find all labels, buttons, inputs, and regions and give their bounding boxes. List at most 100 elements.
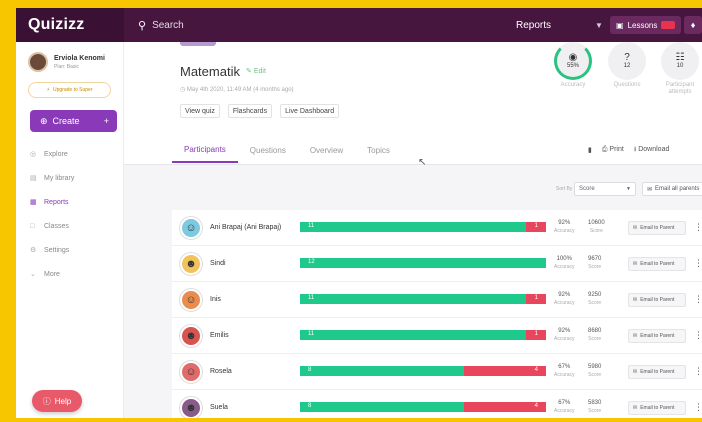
lessons-button[interactable]: ▣ Lessons bbox=[610, 16, 682, 34]
participant-row[interactable]: ☺ Ani Brapaj (Ani Brapaj) 11 1 92% Accur… bbox=[172, 210, 702, 246]
lightning-icon: ⚡ bbox=[46, 87, 51, 93]
sidebar-item-label: My library bbox=[44, 174, 75, 182]
report-tabs: Participants Questions Overview Topics bbox=[172, 137, 402, 165]
notifications-button[interactable]: ♦ bbox=[684, 16, 702, 34]
email-to-parent-label: Email to Parent bbox=[640, 405, 675, 411]
accuracy-metric: 100% Accuracy bbox=[554, 255, 575, 271]
more-options-icon[interactable]: ⋮ bbox=[694, 366, 702, 377]
score-sub: Score bbox=[588, 408, 602, 414]
email-to-parent-button[interactable]: ✉ Email to Parent bbox=[628, 401, 686, 415]
accuracy-value: 67% bbox=[558, 364, 571, 370]
participant-row[interactable]: ☻ Suela 8 4 67% Accuracy 5830 Score ✉ Em… bbox=[172, 390, 702, 418]
download-button[interactable]: ⭳ Download bbox=[634, 145, 670, 156]
participant-row[interactable]: ☻ Sindi 12 100% Accuracy 9670 Score ✉ Em… bbox=[172, 246, 702, 282]
search-bar[interactable]: ⚲ Search bbox=[138, 19, 184, 32]
print-button[interactable]: ⎙ Print bbox=[602, 146, 624, 154]
flashcards-button[interactable]: Flashcards bbox=[227, 104, 273, 118]
tab-topics[interactable]: Topics bbox=[355, 137, 402, 163]
delete-button[interactable]: ▮ bbox=[588, 146, 592, 154]
reports-dropdown[interactable]: Reports ▼ bbox=[516, 8, 603, 42]
edit-label: Edit bbox=[253, 68, 266, 75]
add-circle-icon: ⊕ bbox=[40, 115, 48, 126]
participant-row[interactable]: ☺ Inis 11 1 92% Accuracy 9250 Score ✉ Em… bbox=[172, 282, 702, 318]
score-metric: 8680 Score bbox=[588, 327, 601, 343]
questions-value: 12 bbox=[623, 63, 631, 69]
sidebar-nav: ◎ Explore ▤ My library ▦ Reports □ Class… bbox=[16, 142, 123, 286]
tab-questions[interactable]: Questions bbox=[238, 137, 298, 163]
participants-label: Participant attempts bbox=[665, 82, 695, 95]
more-options-icon[interactable]: ⋮ bbox=[694, 330, 702, 341]
accuracy-label: Accuracy bbox=[560, 82, 586, 88]
reports-icon: ▦ bbox=[30, 199, 37, 206]
sidebar-item-label: Reports bbox=[44, 198, 69, 206]
avatar-face-icon: ☺ bbox=[185, 222, 197, 234]
chevron-down-icon: ▼ bbox=[626, 186, 631, 192]
library-icon: ▤ bbox=[30, 175, 37, 182]
participant-row[interactable]: ☻ Emilis 11 1 92% Accuracy 8680 Score ✉ … bbox=[172, 318, 702, 354]
tab-overview[interactable]: Overview bbox=[298, 137, 355, 163]
participant-name: Rosela bbox=[210, 368, 232, 375]
sidebar-item-my-library[interactable]: ▤ My library bbox=[16, 166, 123, 190]
user-profile[interactable]: Erviola Kenomi Plan: Basic bbox=[16, 42, 123, 78]
sidebar-item-settings[interactable]: ⚙ Settings bbox=[16, 238, 123, 262]
create-label: Create bbox=[52, 116, 80, 126]
participant-name: Inis bbox=[210, 296, 221, 303]
email-to-parent-button[interactable]: ✉ Email to Parent bbox=[628, 221, 686, 235]
more-options-icon[interactable]: ⋮ bbox=[694, 222, 702, 233]
accuracy-sub: Accuracy bbox=[554, 408, 575, 414]
clock-icon: ◷ bbox=[180, 87, 186, 93]
gear-icon: ⚙ bbox=[30, 247, 37, 254]
view-quiz-button[interactable]: View quiz bbox=[180, 104, 220, 118]
accuracy-sub: Accuracy bbox=[554, 228, 575, 234]
avatar-face-icon: ☻ bbox=[185, 258, 197, 270]
score-metric: 5830 Score bbox=[588, 399, 601, 415]
correct-count: 11 bbox=[308, 295, 315, 301]
printer-icon: ⎙ bbox=[601, 146, 608, 153]
avatar-face-icon: ☺ bbox=[185, 366, 197, 378]
sidebar-item-reports[interactable]: ▦ Reports bbox=[16, 190, 123, 214]
mail-icon: ✉ bbox=[633, 369, 638, 375]
email-to-parent-button[interactable]: ✉ Email to Parent bbox=[628, 257, 686, 271]
quiz-title: Matematik bbox=[180, 64, 240, 79]
quizizz-logo[interactable]: Quizizz bbox=[16, 8, 124, 42]
sidebar-item-classes[interactable]: □ Classes bbox=[16, 214, 123, 238]
sidebar-item-label: Settings bbox=[44, 246, 70, 254]
participant-row[interactable]: ☺ Rosela 8 4 67% Accuracy 5980 Score ✉ E… bbox=[172, 354, 702, 390]
more-options-icon[interactable]: ⋮ bbox=[694, 258, 702, 269]
more-options-icon[interactable]: ⋮ bbox=[694, 402, 702, 413]
print-label: Print bbox=[609, 146, 624, 153]
sort-select[interactable]: Score ▼ bbox=[574, 182, 636, 196]
live-dashboard-button[interactable]: Live Dashboard bbox=[280, 104, 340, 118]
accuracy-sub: Accuracy bbox=[554, 336, 575, 342]
email-to-parent-button[interactable]: ✉ Email to Parent bbox=[628, 293, 686, 307]
tab-participants[interactable]: Participants bbox=[172, 137, 238, 163]
sidebar-item-label: Classes bbox=[44, 222, 69, 230]
lessons-badge bbox=[661, 21, 676, 29]
participants-value: 10 bbox=[676, 63, 684, 69]
question-icon: ? bbox=[624, 52, 630, 63]
accuracy-metric: 92% Accuracy bbox=[554, 219, 575, 235]
quiz-type-tag bbox=[180, 42, 216, 46]
incorrect-count: 4 bbox=[534, 403, 538, 409]
incorrect-count: 1 bbox=[534, 331, 538, 337]
help-button[interactable]: ⓘ Help bbox=[32, 390, 82, 412]
sidebar-item-more[interactable]: ⌄ More bbox=[16, 262, 123, 286]
score-bar: 11 1 bbox=[300, 294, 546, 304]
edit-link[interactable]: ✎ Edit bbox=[246, 67, 266, 75]
sidebar-item-explore[interactable]: ◎ Explore bbox=[16, 142, 123, 166]
participant-avatar: ☻ bbox=[180, 325, 202, 347]
email-all-label: Email all parents bbox=[655, 186, 700, 192]
participant-avatar: ☻ bbox=[180, 397, 202, 418]
score-bar: 12 bbox=[300, 258, 546, 268]
more-options-icon[interactable]: ⋮ bbox=[694, 294, 702, 305]
email-to-parent-label: Email to Parent bbox=[640, 369, 675, 375]
email-to-parent-button[interactable]: ✉ Email to Parent bbox=[628, 329, 686, 343]
score-metric: 9250 Score bbox=[588, 291, 601, 307]
create-button[interactable]: ⊕ Create + bbox=[30, 110, 117, 132]
email-to-parent-button[interactable]: ✉ Email to Parent bbox=[628, 365, 686, 379]
email-all-parents-button[interactable]: ✉ Email all parents bbox=[642, 182, 702, 196]
upgrade-button[interactable]: ⚡ Upgrade to Super bbox=[28, 82, 111, 98]
quiz-date: ◷ May 4th 2020, 11:49 AM (4 months ago) bbox=[180, 86, 294, 93]
participant-name: Suela bbox=[210, 404, 228, 411]
help-icon: ⓘ bbox=[42, 396, 51, 406]
